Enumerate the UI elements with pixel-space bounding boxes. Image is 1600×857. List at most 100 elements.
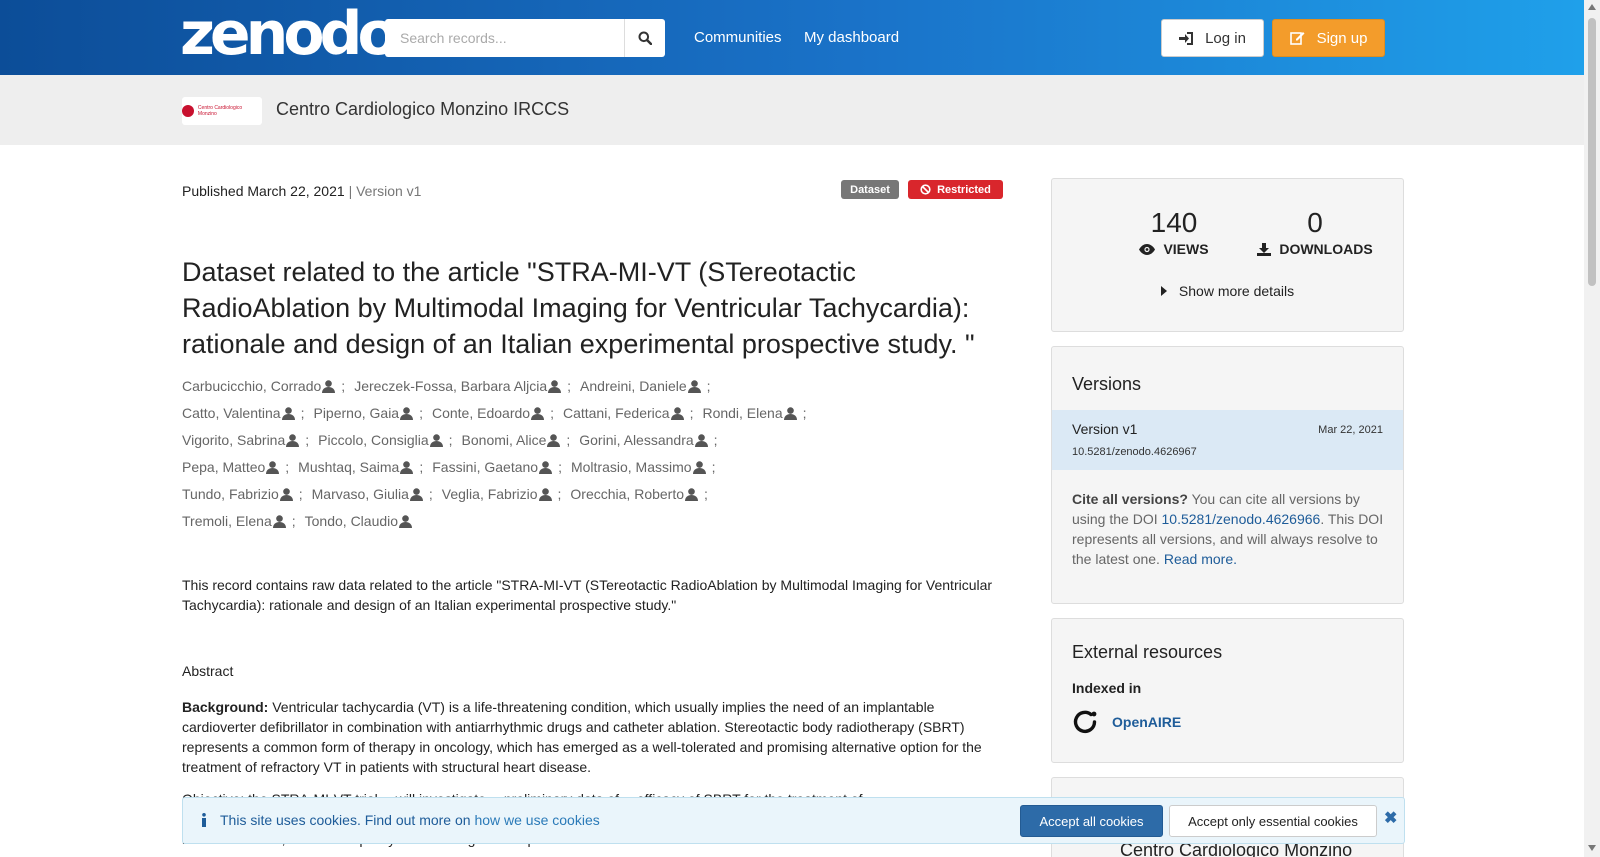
ban-icon	[920, 184, 931, 195]
creator-separator: ;	[567, 378, 572, 394]
creator-item[interactable]: Jereczek-Fossa, Barbara Aljcia	[354, 374, 562, 398]
creator-item[interactable]: Mushtaq, Saima	[298, 455, 414, 479]
creator-item[interactable]: Moltrasio, Massimo	[571, 455, 706, 479]
background-label: Background:	[182, 699, 269, 715]
creator-item[interactable]: Pepa, Matteo	[182, 455, 280, 479]
user-icon	[687, 379, 701, 393]
downloads-count: 0	[1307, 207, 1323, 238]
nav-my-dashboard[interactable]: My dashboard	[804, 29, 899, 46]
openaire-link[interactable]: OpenAIRE	[1072, 709, 1181, 735]
accept-essential-cookies-button[interactable]: Accept only essential cookies	[1169, 805, 1377, 837]
creator-item[interactable]: Orecchia, Roberto	[570, 482, 699, 506]
creator-item[interactable]: Piperno, Gaia	[313, 401, 414, 425]
search-input[interactable]	[385, 19, 624, 57]
concept-doi-link[interactable]: 10.5281/zenodo.4626966	[1162, 511, 1321, 527]
scroll-up-arrow[interactable]	[1588, 4, 1596, 10]
creator-item[interactable]: Carbucicchio, Corrado	[182, 374, 336, 398]
version-label: | Version v1	[348, 183, 422, 199]
creator-name: Tundo, Fabrizio	[182, 486, 279, 502]
creator-item[interactable]: Tundo, Fabrizio	[182, 482, 293, 506]
community-logo[interactable]: Centro Cardiologico Monzino	[182, 97, 262, 125]
scrollbar-thumb[interactable]	[1588, 18, 1596, 286]
creator-item[interactable]: Piccolo, Consiglia	[318, 428, 443, 452]
indexed-in-label: Indexed in	[1072, 680, 1142, 696]
creator-item[interactable]: Cattani, Federica	[563, 401, 684, 425]
creator-separator: ;	[341, 378, 346, 394]
creator-item[interactable]: Conte, Edoardo	[432, 401, 545, 425]
top-navbar: zenodo Communities My dashboard Log in S…	[0, 0, 1584, 75]
show-more-details[interactable]: Show more details	[1052, 283, 1403, 299]
user-icon	[783, 406, 797, 420]
views-count: 140	[1150, 207, 1198, 238]
creator-separator: ;	[704, 486, 708, 502]
creator-item[interactable]: Tremoli, Elena	[182, 509, 286, 533]
record-title: Dataset related to the article "STRA-MI-…	[182, 257, 975, 359]
community-title[interactable]: Centro Cardiologico Monzino IRCCS	[276, 99, 569, 120]
creator-separator: ;	[300, 405, 305, 421]
creator-separator: ;	[802, 405, 807, 421]
search-button[interactable]	[624, 19, 665, 57]
creator-item[interactable]: Vigorito, Sabrina	[182, 428, 300, 452]
creator-item[interactable]: Gorini, Alessandra	[579, 428, 708, 452]
creator-item[interactable]: Tondo, Claudio	[304, 509, 413, 533]
user-icon	[548, 379, 562, 393]
creator-separator: ;	[706, 378, 711, 394]
download-icon	[1257, 242, 1272, 256]
cookie-banner: This site uses cookies. Find out more on…	[182, 797, 1405, 844]
creator-item[interactable]: Andreini, Daniele	[580, 374, 701, 398]
version-item-active[interactable]: Version v1 Mar 22, 2021 10.5281/zenodo.4…	[1052, 410, 1403, 470]
creator-item[interactable]: Veglia, Fabrizio	[442, 482, 552, 506]
creator-row: Tremoli, Elena; Tondo, Claudio	[182, 509, 1012, 536]
external-resources-panel: External resources Indexed in OpenAIRE	[1051, 618, 1404, 763]
access-badge: Restricted	[908, 180, 1003, 199]
creator-row: Tundo, Fabrizio; Marvaso, Giulia; Veglia, …	[182, 482, 1012, 509]
user-icon	[692, 460, 706, 474]
creator-item[interactable]: Bonomi, Alice	[462, 428, 561, 452]
user-icon	[547, 433, 561, 447]
user-icon	[429, 433, 443, 447]
creator-item[interactable]: Marvaso, Giulia	[312, 482, 423, 506]
cookie-text: This site uses cookies. Find out more on	[220, 812, 475, 828]
zenodo-logo[interactable]: zenodo	[180, 4, 399, 64]
creator-row: Pepa, Matteo; Mushtaq, Saima; Fassini, Gae…	[182, 455, 1012, 482]
search-icon	[638, 31, 652, 45]
creator-item[interactable]: Catto, Valentina	[182, 401, 295, 425]
abstract-heading: Abstract	[182, 663, 234, 679]
cookie-message: This site uses cookies. Find out more on…	[201, 812, 600, 828]
resource-type-label: Dataset	[850, 183, 890, 196]
login-button[interactable]: Log in	[1161, 19, 1264, 57]
creator-separator: ;	[428, 486, 433, 502]
accept-all-cookies-button[interactable]: Accept all cookies	[1020, 805, 1163, 837]
version-name[interactable]: Version v1	[1072, 421, 1137, 437]
creator-separator: ;	[291, 513, 296, 529]
page-scrollbar[interactable]	[1584, 0, 1600, 857]
published-date: Published March 22, 2021	[182, 183, 345, 199]
creator-separator: ;	[689, 405, 694, 421]
views-label: VIEWS	[1163, 241, 1209, 257]
caret-right-icon	[1160, 286, 1167, 296]
creator-separator: ;	[566, 432, 571, 448]
edit-icon	[1289, 32, 1305, 45]
creator-item[interactable]: Fassini, Gaetano	[432, 455, 553, 479]
scroll-down-arrow[interactable]	[1588, 845, 1596, 851]
versions-heading: Versions	[1072, 374, 1142, 394]
user-icon	[539, 460, 553, 474]
creator-name: Rondi, Elena	[702, 405, 783, 421]
creator-name: Piperno, Gaia	[313, 405, 400, 421]
nav-communities[interactable]: Communities	[694, 29, 782, 46]
close-icon[interactable]: ✖	[1384, 808, 1397, 828]
creator-separator: ;	[419, 459, 424, 475]
resource-type-badge: Dataset	[841, 180, 899, 199]
creator-name: Tondo, Claudio	[304, 513, 399, 529]
user-icon	[400, 406, 414, 420]
read-more-link[interactable]: Read more.	[1164, 551, 1237, 567]
creator-item[interactable]: Rondi, Elena	[702, 401, 797, 425]
external-resources-heading: External resources	[1072, 642, 1223, 662]
creator-name: Piccolo, Consiglia	[318, 432, 429, 448]
creator-separator: ;	[558, 459, 562, 475]
cookie-policy-link[interactable]: how we use cookies	[474, 812, 599, 828]
info-icon	[202, 813, 206, 827]
cite-all-versions: Cite all versions? You can cite all vers…	[1072, 489, 1387, 569]
signup-button[interactable]: Sign up	[1272, 19, 1385, 57]
stats-panel: 140 VIEWS 0 DOWNLOADS Show more details	[1051, 178, 1404, 332]
